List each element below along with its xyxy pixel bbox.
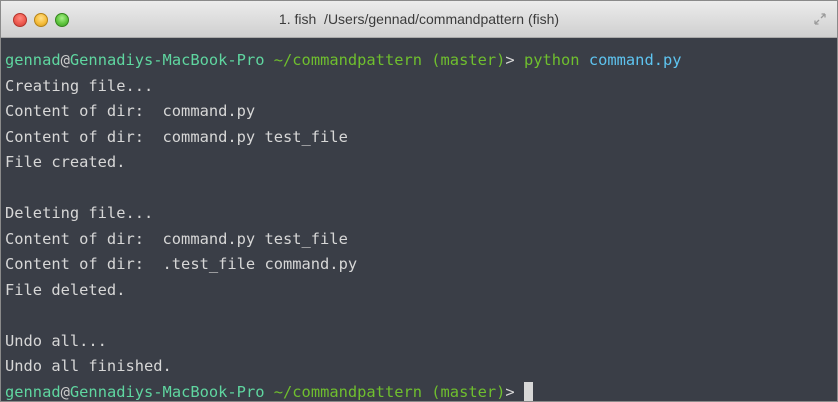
output-line: Creating file... (5, 76, 154, 95)
terminal-output-area[interactable]: gennad@Gennadiys-MacBook-Pro ~/commandpa… (1, 38, 837, 401)
command-space (580, 51, 589, 69)
output-line: File deleted. (5, 280, 126, 299)
prompt-user: gennad (5, 382, 61, 401)
prompt-at: @ (60, 51, 70, 69)
output-line: Undo all... (5, 331, 107, 350)
command-program: python (523, 51, 580, 69)
active-prompt-line[interactable]: gennad@Gennadiys-MacBook-Pro ~/commandpa… (5, 380, 837, 402)
output-line: Content of dir: .test_file command.py (5, 255, 358, 273)
window-title: 1. fish /Users/gennad/commandpattern (fi… (278, 11, 560, 27)
command-prompt-line: gennad@Gennadiys-MacBook-Pro ~/commandpa… (5, 48, 837, 74)
prompt-path: ~/commandpattern (master) (264, 51, 506, 69)
prompt-symbol: > (505, 51, 524, 69)
prompt-symbol: > (505, 382, 524, 401)
output-line: File created. (5, 153, 126, 171)
prompt-host: Gennadiys-MacBook-Pro (69, 51, 265, 69)
title-bar[interactable]: 1. fish /Users/gennad/commandpattern (fi… (1, 1, 837, 38)
output-line: Deleting file... (5, 204, 154, 222)
text-cursor (523, 381, 533, 401)
prompt-path: ~/commandpattern (master) (264, 382, 506, 401)
output-line: Content of dir: command.py test_file (5, 127, 348, 146)
output-line: Content of dir: command.py (5, 102, 256, 120)
prompt-host: Gennadiys-MacBook-Pro (69, 382, 265, 401)
terminal-window: 1. fish /Users/gennad/commandpattern (fi… (0, 0, 838, 402)
prompt-at: @ (60, 382, 70, 401)
output-line: Content of dir: command.py test_file (5, 229, 348, 248)
output-line: Undo all finished. (5, 357, 172, 375)
prompt-user: gennad (5, 51, 61, 69)
fullscreen-icon[interactable] (813, 12, 827, 26)
command-argument: command.py (588, 51, 682, 69)
